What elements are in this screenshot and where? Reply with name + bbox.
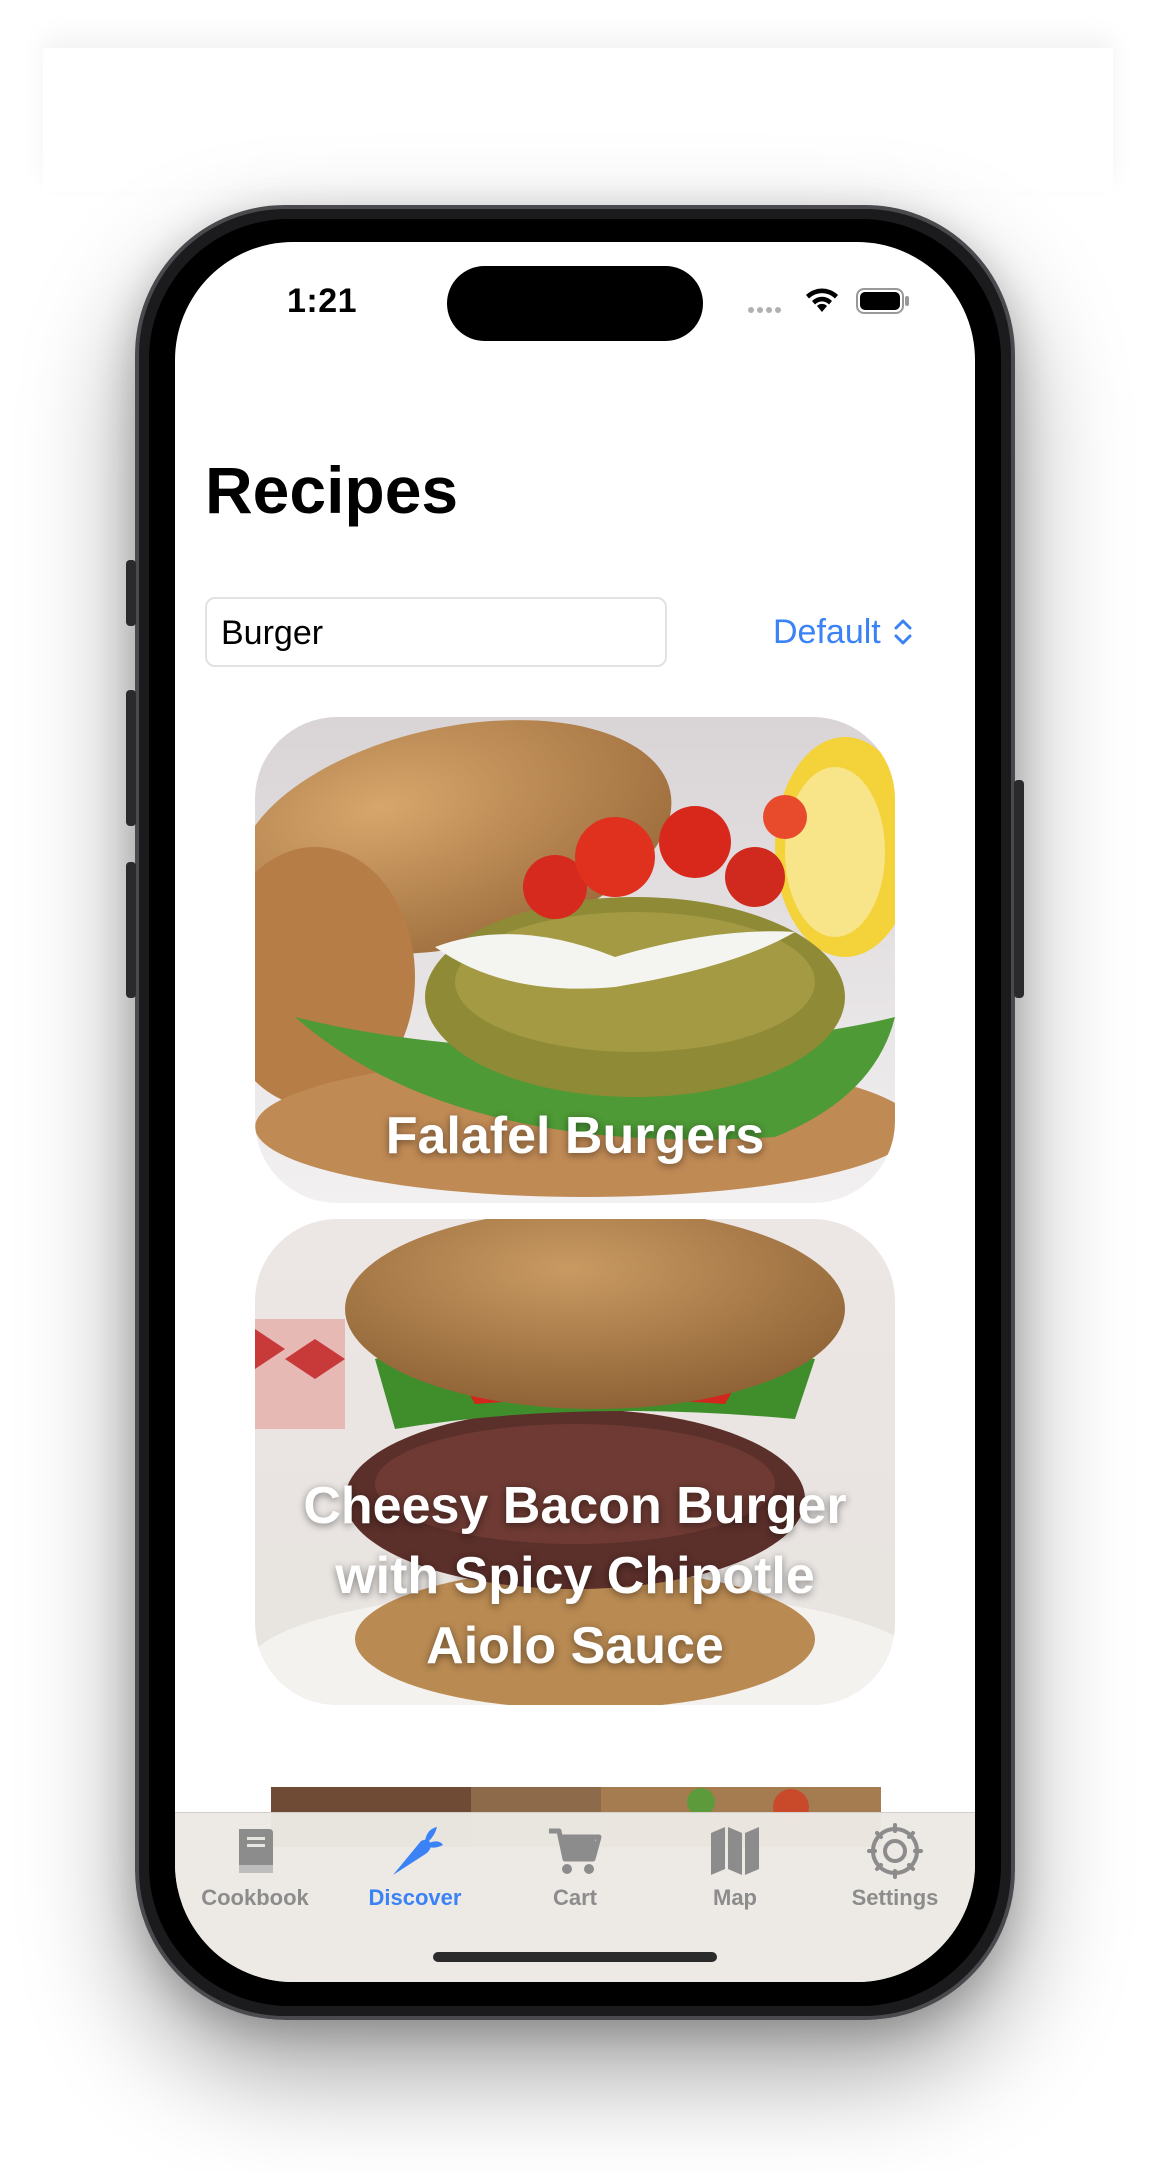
tab-label: Settings — [851, 1885, 939, 1910]
tab-label: Discover — [368, 1885, 462, 1910]
battery-icon — [856, 288, 909, 314]
page-title: Recipes — [205, 453, 459, 527]
status-icons — [748, 286, 909, 318]
status-time: 1:21 — [287, 282, 358, 320]
book-icon — [239, 1829, 273, 1873]
sort-picker-label: Default — [773, 612, 881, 651]
carrot-icon — [393, 1827, 443, 1875]
recipe-card[interactable]: Falafel Burgers — [255, 717, 895, 1203]
volume-up-button — [126, 690, 136, 826]
search-input[interactable]: Burger — [205, 597, 667, 667]
tab-label: Map — [713, 1885, 757, 1910]
chevron-up-down-icon — [893, 616, 913, 648]
tab-cart[interactable]: Cart — [505, 1821, 645, 1911]
home-indicator — [433, 1952, 717, 1962]
recipe-title: Falafel Burgers — [385, 1107, 765, 1165]
recipe-card[interactable]: Cheesy Bacon Burger with Spicy Chipotle … — [255, 1219, 895, 1705]
silent-switch — [126, 560, 136, 626]
dynamic-island — [447, 266, 703, 341]
cart-icon — [549, 1828, 602, 1874]
tab-cookbook[interactable]: Cookbook — [185, 1821, 325, 1911]
phone-screen: 1:21 Recipes Burger Default Falafel Burg… — [175, 242, 975, 1982]
tab-discover[interactable]: Discover — [345, 1821, 485, 1911]
tab-settings[interactable]: Settings — [825, 1821, 965, 1911]
wifi-icon — [806, 288, 838, 312]
tab-map[interactable]: Map — [665, 1821, 805, 1911]
sort-picker[interactable]: Default — [773, 607, 913, 657]
gear-icon — [867, 1823, 923, 1879]
tab-label: Cookbook — [201, 1885, 309, 1910]
map-icon — [711, 1827, 759, 1875]
recipe-title: Cheesy Bacon Burger with Spicy Chipotle … — [303, 1477, 847, 1675]
volume-down-button — [126, 862, 136, 998]
power-button — [1014, 780, 1024, 998]
top-card — [43, 48, 1113, 191]
tab-label: Cart — [552, 1885, 597, 1910]
cellular-signal-icon — [748, 300, 784, 318]
